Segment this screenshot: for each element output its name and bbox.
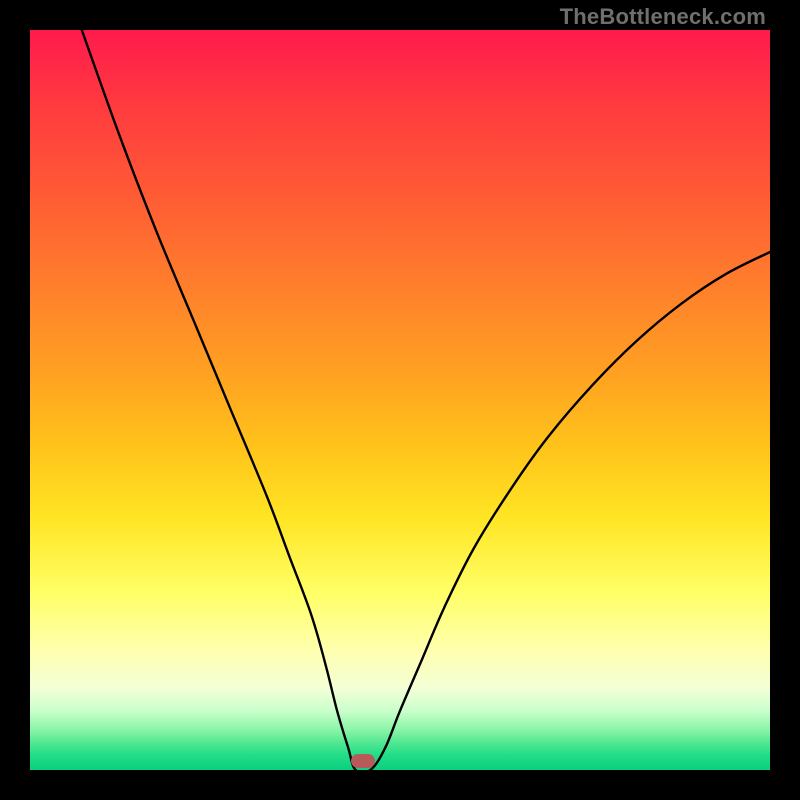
optimal-marker [351, 754, 375, 768]
bottleneck-curve [82, 30, 770, 770]
chart-frame: TheBottleneck.com [0, 0, 800, 800]
watermark-text: TheBottleneck.com [560, 4, 766, 30]
curve-svg [30, 30, 770, 770]
plot-area [30, 30, 770, 770]
